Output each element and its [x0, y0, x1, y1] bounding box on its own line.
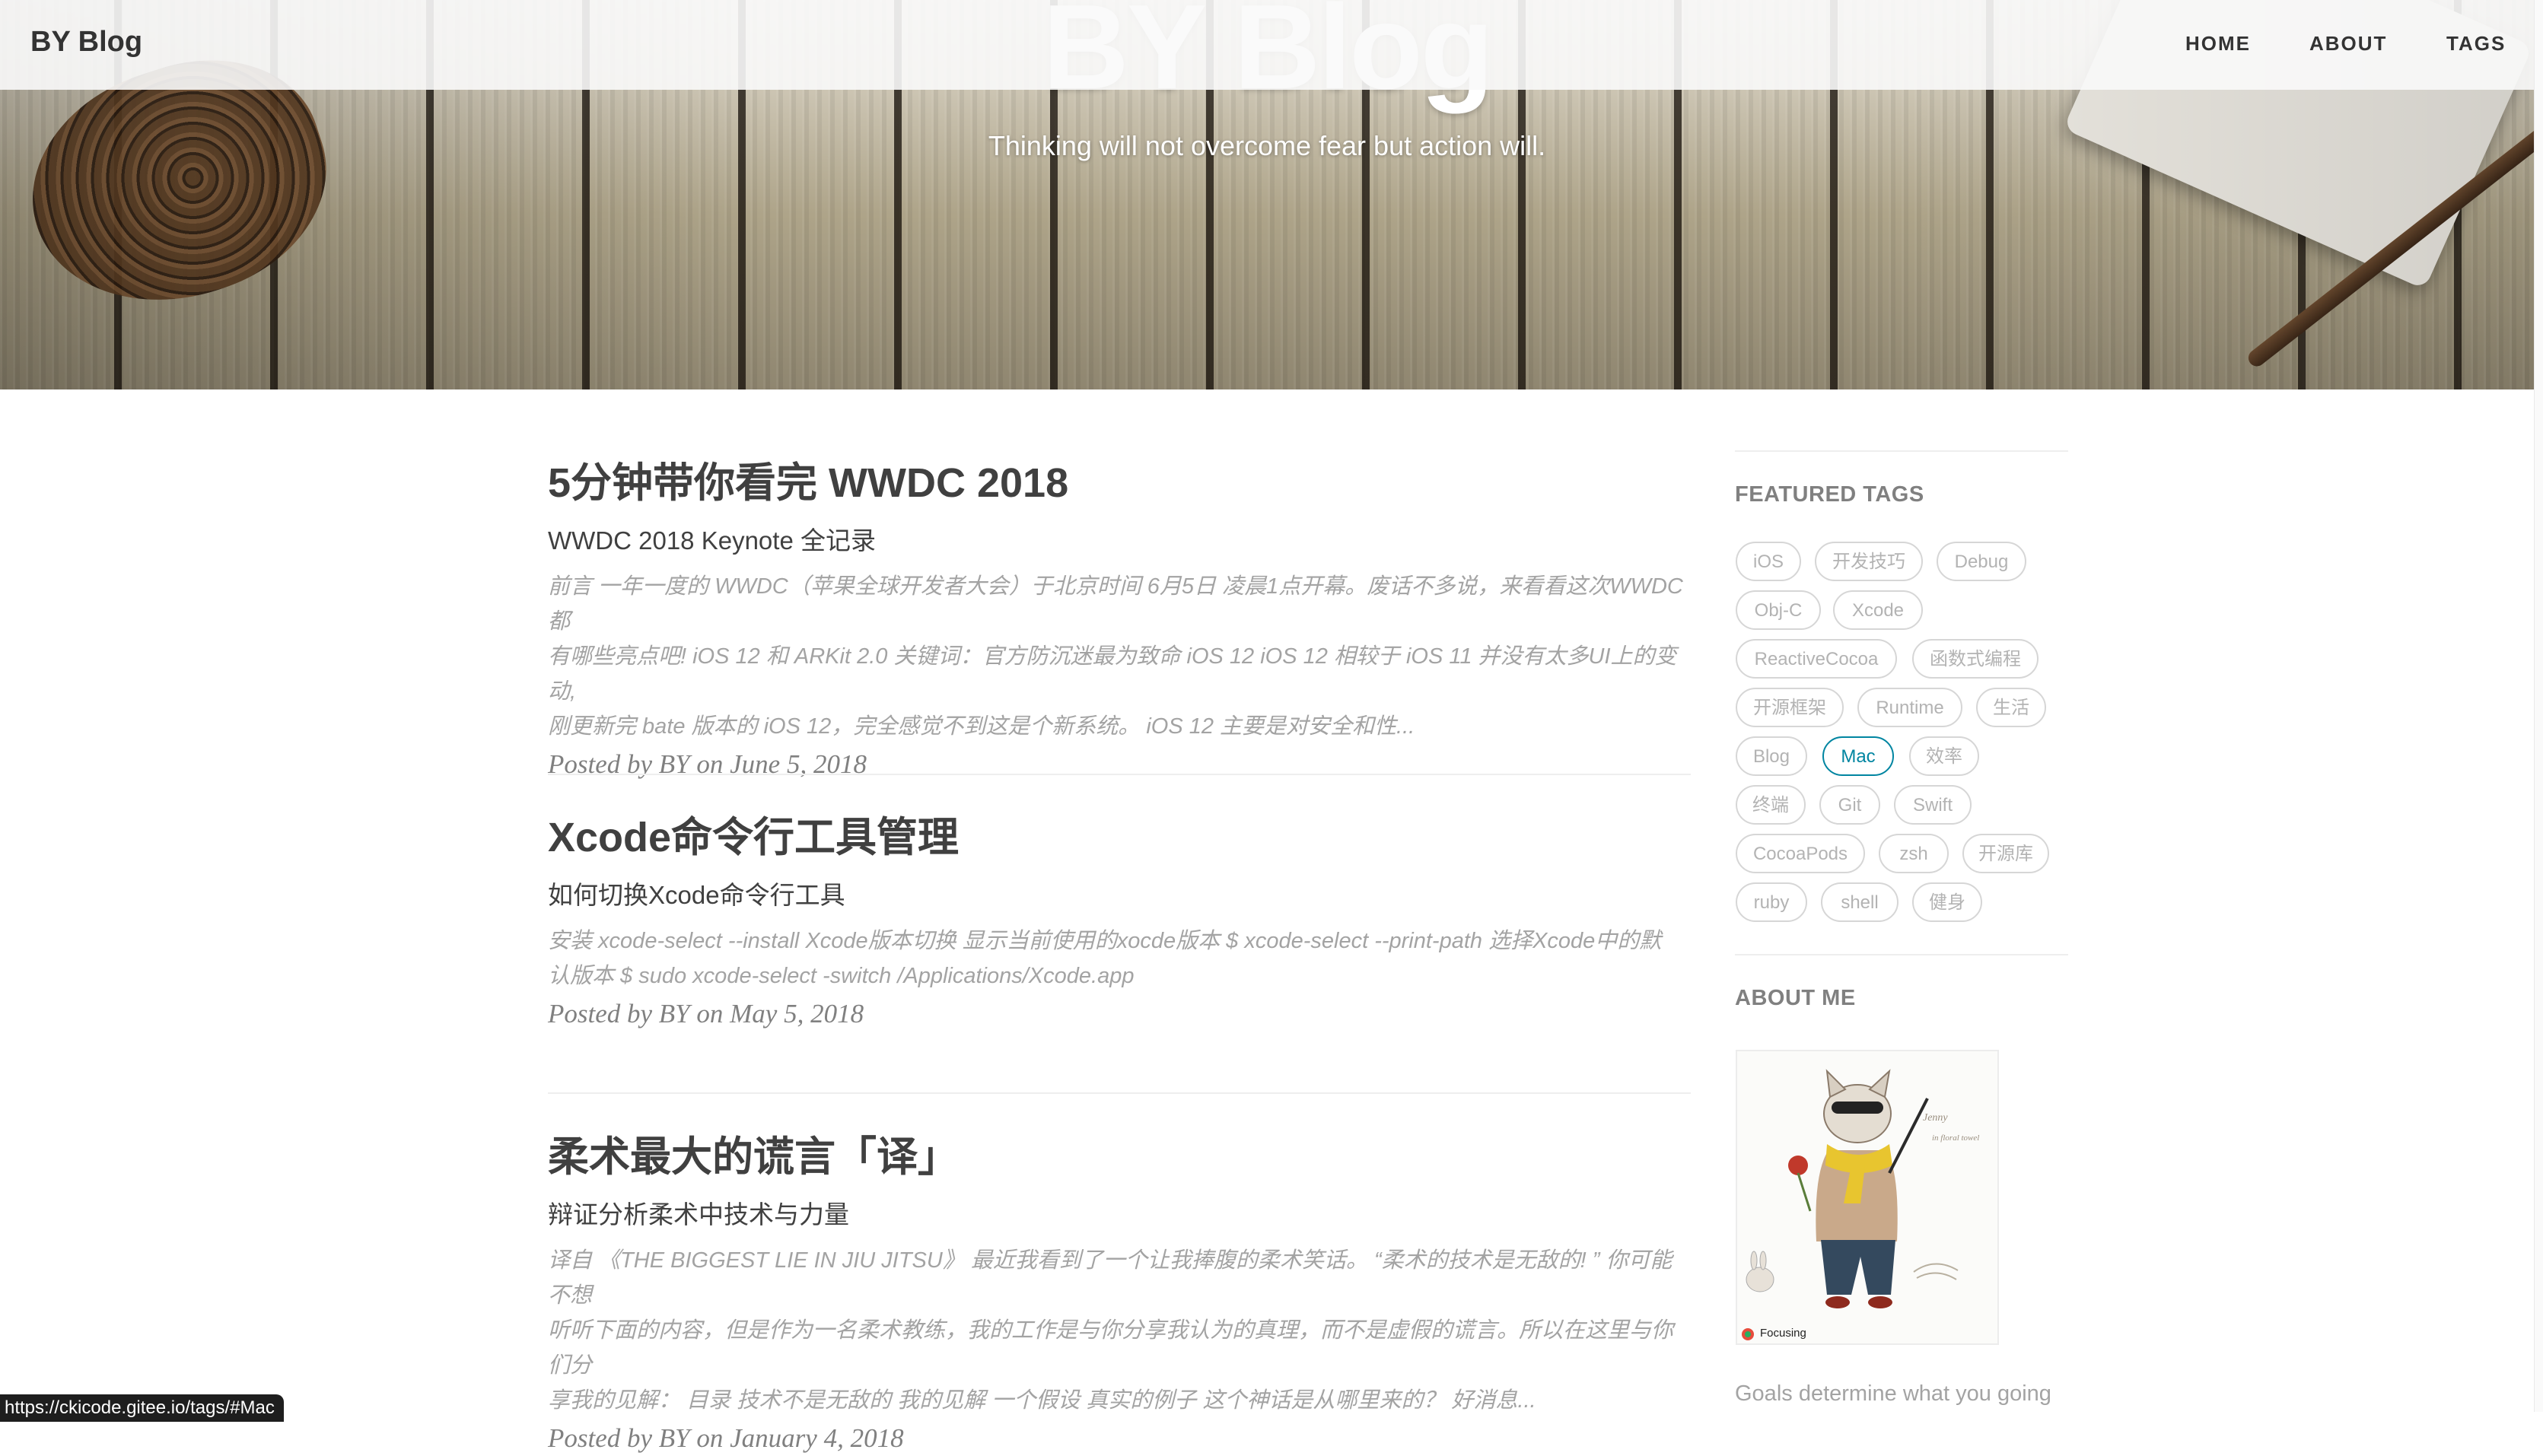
tag-fitness[interactable]: 健身	[1912, 882, 1982, 922]
tag-functional-programming[interactable]: 函数式编程	[1912, 639, 2039, 679]
avatar-note: Jenny	[1923, 1112, 1948, 1124]
tag-zsh[interactable]: zsh	[1879, 834, 1949, 873]
hero-subtitle: Thinking will not overcome fear but acti…	[988, 130, 1546, 161]
tag-life[interactable]: 生活	[1976, 688, 2046, 727]
post-meta: Posted by BY on January 4, 2018	[548, 1423, 904, 1453]
tag-open-source-framework[interactable]: 开源框架	[1736, 688, 1844, 727]
post-divider	[548, 1092, 1691, 1094]
sidebar-divider	[1735, 954, 2068, 955]
tag-debug[interactable]: Debug	[1937, 542, 2026, 581]
tag-blog[interactable]: Blog	[1736, 736, 1807, 776]
tag-ruby[interactable]: ruby	[1736, 882, 1807, 922]
nav-about-link[interactable]: ABOUT	[2309, 32, 2387, 56]
tag-xcode[interactable]: Xcode	[1833, 590, 1923, 630]
tag-swift[interactable]: Swift	[1894, 785, 1972, 825]
navbar: BY Blog HOME ABOUT TAGS	[0, 0, 2534, 90]
tag-ios[interactable]: iOS	[1736, 542, 1801, 581]
nav-tags-link[interactable]: TAGS	[2446, 32, 2506, 56]
post-subtitle[interactable]: 如何切换Xcode命令行工具	[548, 878, 1689, 913]
post-title[interactable]: 柔术最大的谎言「译」	[548, 1130, 1689, 1184]
post-preview[interactable]: Xcode命令行工具管理 如何切换Xcode命令行工具 安装 xcode-sel…	[548, 811, 1689, 1032]
cat-illustration	[1742, 1069, 1959, 1340]
nav-home-link[interactable]: HOME	[2185, 32, 2251, 56]
tag-cocoapods[interactable]: CocoaPods	[1736, 834, 1865, 873]
post-subtitle[interactable]: WWDC 2018 Keynote 全记录	[548, 523, 1689, 558]
post-meta: Posted by BY on June 5, 2018	[548, 749, 867, 779]
tag-open-source-lib[interactable]: 开源库	[1962, 834, 2049, 873]
tag-mac[interactable]: Mac	[1822, 736, 1894, 776]
post-meta: Posted by BY on May 5, 2018	[548, 999, 864, 1028]
tag-efficiency[interactable]: 效率	[1909, 736, 1979, 776]
tag-objc[interactable]: Obj-C	[1736, 590, 1821, 630]
tag-runtime[interactable]: Runtime	[1857, 688, 1962, 727]
featured-tags-heading: FEATURED TAGS	[1735, 482, 1924, 507]
avatar-note: in floral towel	[1932, 1133, 1980, 1143]
tag-dev-tips[interactable]: 开发技巧	[1815, 542, 1923, 581]
post-preview[interactable]: 5分钟带你看完 WWDC 2018 WWDC 2018 Keynote 全记录 …	[548, 456, 1689, 782]
post-divider	[548, 774, 1691, 775]
post-subtitle[interactable]: 辩证分析柔术中技术与力量	[548, 1197, 1689, 1232]
page-scrollbar[interactable]	[2534, 0, 2543, 1412]
brand-link[interactable]: BY Blog	[30, 26, 142, 59]
sidebar-divider	[1735, 450, 2068, 452]
post-excerpt[interactable]: 安装 xcode-select --install Xcode版本切换 显示当前…	[548, 924, 1689, 993]
post-title[interactable]: Xcode命令行工具管理	[548, 811, 1689, 864]
post-excerpt[interactable]: 前言 一年一度的 WWDC（苹果全球开发者大会）于北京时间 6月5日 凌晨1点开…	[548, 569, 1689, 744]
avatar-image: Jenny in floral towel Focusing	[1736, 1050, 1999, 1345]
about-me-heading: ABOUT ME	[1735, 986, 1856, 1010]
tag-git[interactable]: Git	[1819, 785, 1880, 825]
post-preview[interactable]: 柔术最大的谎言「译」 辩证分析柔术中技术与力量 译自 《THE BIGGEST …	[548, 1130, 1689, 1456]
status-bar-url: https://ckicode.gitee.io/tags/#Mac	[0, 1394, 284, 1422]
avatar-status: Focusing	[1760, 1327, 1806, 1340]
post-title[interactable]: 5分钟带你看完 WWDC 2018	[548, 456, 1689, 510]
tag-shell[interactable]: shell	[1821, 882, 1898, 922]
about-me-text: Goals determine what you going	[1735, 1381, 2051, 1406]
post-excerpt[interactable]: 译自 《THE BIGGEST LIE IN JIU JITSU》 最近我看到了…	[548, 1243, 1689, 1418]
tag-terminal[interactable]: 终端	[1736, 785, 1806, 825]
tag-reactivecocoa[interactable]: ReactiveCocoa	[1736, 639, 1897, 679]
